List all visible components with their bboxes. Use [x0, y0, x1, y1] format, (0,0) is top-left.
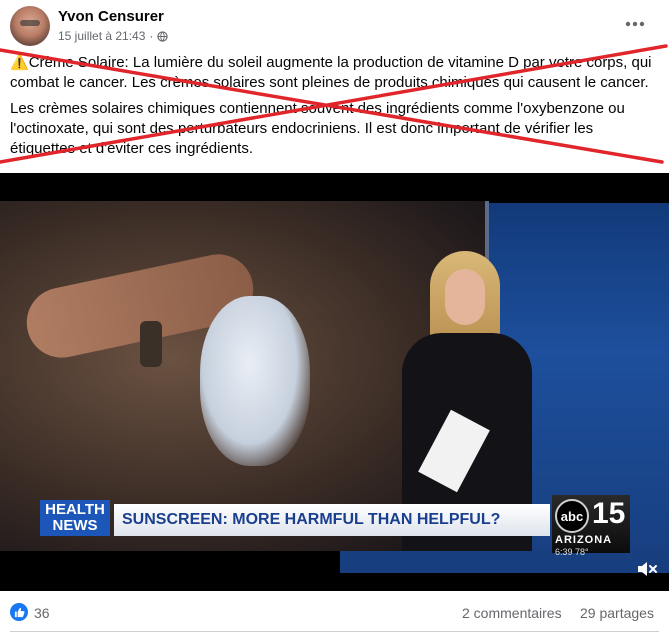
abc-logo: abc [555, 499, 589, 533]
station-city: ARIZONA [555, 534, 613, 546]
station-number: 15 [592, 497, 626, 530]
author-name[interactable]: Yvon Censurer [58, 8, 164, 25]
broll-watch [140, 321, 162, 367]
post-paragraph-2: Les crèmes solaires chimiques contiennen… [10, 100, 625, 157]
anchor-face [445, 269, 485, 325]
footer-divider [10, 631, 659, 632]
chyron-headline: SUNSCREEN: MORE HARMFUL THAN HELPFUL? [114, 504, 550, 536]
warning-icon: ⚠️ [10, 54, 29, 71]
avatar[interactable] [10, 6, 50, 46]
timestamp[interactable]: 15 juillet à 21:43 [58, 29, 145, 43]
video-player[interactable]: HEALTH NEWS SUNSCREEN: MORE HARMFUL THAN… [0, 173, 669, 591]
comments-link[interactable]: 2 commentaires [462, 605, 562, 621]
mute-icon[interactable] [635, 557, 659, 581]
post-meta: 15 juillet à 21:43 · [58, 29, 169, 43]
thumbs-up-icon[interactable] [10, 603, 28, 621]
badge-line-2: NEWS [52, 517, 98, 534]
post-header: Yvon Censurer 15 juillet à 21:43 · [0, 0, 669, 52]
globe-icon[interactable] [157, 30, 169, 42]
health-news-badge: HEALTH NEWS [40, 500, 110, 536]
post-paragraph-1: ⚠️Crème Solaire: La lumière du soleil au… [10, 53, 662, 93]
station-time-temp: 6:39 78° [555, 547, 589, 557]
more-dots-icon [625, 21, 645, 27]
badge-line-1: HEALTH [45, 501, 105, 518]
post-text: ⚠️Crème Solaire: La lumière du soleil au… [10, 53, 662, 165]
meta-separator: · [149, 29, 154, 43]
like-count[interactable]: 36 [34, 605, 50, 621]
news-chyron: HEALTH NEWS SUNSCREEN: MORE HARMFUL THAN… [40, 495, 660, 557]
paragraph-1-text: Crème Solaire: La lumière du soleil augm… [10, 54, 652, 91]
shares-link[interactable]: 29 partages [580, 605, 654, 621]
more-options-button[interactable] [623, 12, 647, 36]
post-footer: 36 2 commentaires 29 partages [0, 597, 669, 633]
station-bug: abc 15 ARIZONA 6:39 78° [552, 495, 630, 557]
thumbs-up-glyph [14, 607, 25, 617]
broll-sunscreen [200, 296, 310, 466]
